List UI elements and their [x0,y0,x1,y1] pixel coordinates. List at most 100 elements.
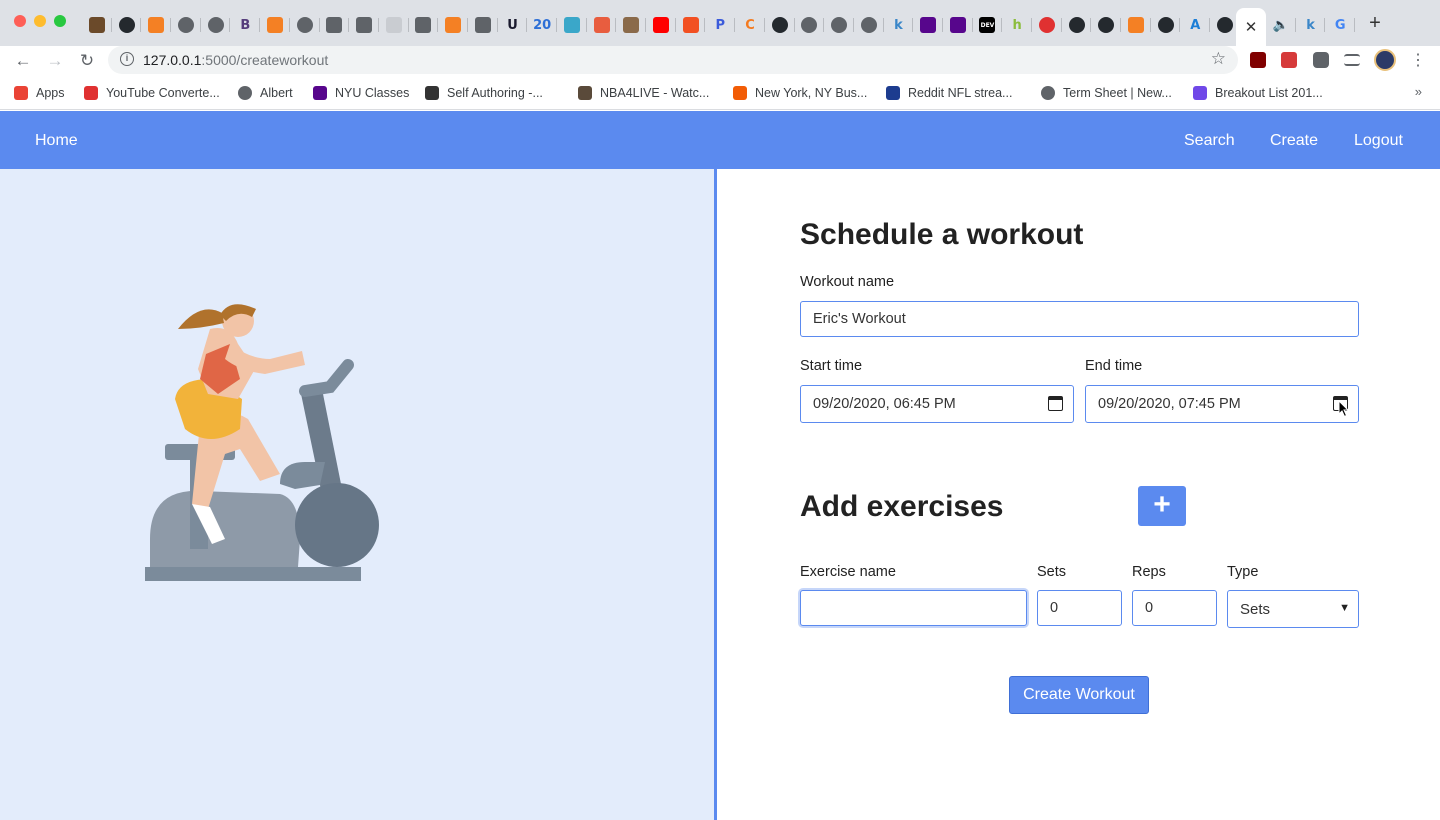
browser-tab[interactable]: B [230,10,260,40]
ublock-extension-icon[interactable] [1250,52,1266,68]
browser-tab[interactable] [795,10,825,40]
url-text[interactable]: 127.0.0.1:5000/createworkout [143,52,328,68]
reps-input[interactable]: 0 [1132,590,1217,626]
browser-tab[interactable] [409,10,439,40]
calendar-icon: 20 [533,17,552,33]
browser-tab[interactable]: C [735,10,765,40]
browser-tab[interactable] [112,10,142,40]
browser-tab[interactable] [290,10,320,40]
nav-home-link[interactable]: Home [35,132,78,150]
browser-tab[interactable]: h [1002,10,1032,40]
nyu-icon [949,17,966,33]
browser-tab[interactable]: G [1325,10,1355,40]
browser-tab[interactable]: 20 [527,10,557,40]
browser-tab[interactable] [587,10,617,40]
bookmark-item[interactable]: NBA4LIVE - Watc... [578,84,709,102]
add-exercise-button[interactable]: + [1138,486,1186,526]
end-time-value: 09/20/2020, 07:45 PM [1098,396,1241,412]
browser-tab[interactable]: P [705,10,735,40]
exercise-name-input[interactable] [800,590,1027,626]
browser-tab[interactable] [349,10,379,40]
browser-tab[interactable] [320,10,350,40]
bookmark-item[interactable]: Self Authoring -... [425,84,543,102]
browser-tab[interactable] [646,10,676,40]
new-tab-button[interactable]: + [1364,12,1386,34]
browser-tab[interactable] [379,10,409,40]
nav-search-link[interactable]: Search [1184,132,1235,150]
sets-input[interactable]: 0 [1037,590,1122,626]
browser-tab[interactable] [824,10,854,40]
bookmark-item[interactable]: Albert [238,84,293,102]
bookmark-item[interactable]: YouTube Converte... [84,84,220,102]
browser-tab[interactable] [1062,10,1092,40]
browser-tab[interactable] [1032,10,1062,40]
browser-tab[interactable] [1091,10,1121,40]
nyu-icon [920,17,937,33]
browser-tab[interactable] [676,10,706,40]
bookmarks-more-icon[interactable]: » [1415,84,1422,99]
browser-tab[interactable] [943,10,973,40]
nav-logout-link[interactable]: Logout [1354,132,1403,150]
browser-tab[interactable] [913,10,943,40]
bookmark-label: Term Sheet | New... [1063,86,1172,100]
browser-tab[interactable]: 🔈 [1266,10,1296,40]
browser-tab[interactable] [765,10,795,40]
browser-tab[interactable] [854,10,884,40]
bookmark-item[interactable]: NYU Classes [313,84,409,102]
type-select[interactable]: Sets ▼ [1227,590,1359,628]
paypal-icon: P [715,17,726,33]
browser-tab[interactable] [82,10,112,40]
puzzle-extensions-icon[interactable] [1313,52,1329,68]
globe-icon [801,17,818,33]
browser-tab[interactable] [201,10,231,40]
browser-menu-icon[interactable]: ⋮ [1410,50,1426,70]
browser-tab[interactable]: k [1296,10,1326,40]
reload-icon[interactable]: ↻ [76,50,98,72]
back-icon[interactable]: ← [12,50,34,72]
nav-create-link[interactable]: Create [1270,132,1318,150]
end-time-input[interactable]: 09/20/2020, 07:45 PM [1085,385,1359,423]
page-title: Schedule a workout [800,218,1084,251]
browser-tab[interactable] [616,10,646,40]
workout-name-label: Workout name [800,274,895,290]
window-close-button[interactable] [14,15,26,27]
browser-tab[interactable] [468,10,498,40]
browser-tab[interactable]: U [498,10,528,40]
helmet-icon [886,86,900,100]
bookmark-item[interactable]: New York, NY Bus... [733,84,867,102]
bookmark-item[interactable]: Apps [14,84,65,102]
bookmark-item[interactable]: Breakout List 201... [1193,84,1323,102]
browser-tab[interactable]: A [1180,10,1210,40]
window-minimize-button[interactable] [34,15,46,27]
e-icon [733,86,747,100]
mouse-cursor-icon [1338,400,1350,418]
address-bar[interactable]: i 127.0.0.1:5000/createworkout ☆ [108,46,1238,74]
browser-tab[interactable]: DEV [973,10,1003,40]
start-time-input[interactable]: 09/20/2020, 06:45 PM [800,385,1074,423]
browser-tab[interactable] [557,10,587,40]
globe-icon [296,17,313,33]
active-tab[interactable]: ✕ [1236,8,1266,46]
browser-tab[interactable] [1151,10,1181,40]
profile-avatar[interactable] [1374,49,1396,71]
bookmark-star-icon[interactable]: ☆ [1211,49,1226,69]
bookmark-item[interactable]: Reddit NFL strea... [886,84,1012,102]
h-icon: h [1012,17,1022,33]
github-icon [1157,17,1174,33]
browser-tab[interactable] [260,10,290,40]
tab-close-icon[interactable]: ✕ [1245,18,1258,36]
bookmark-item[interactable]: Term Sheet | New... [1041,84,1172,102]
workout-name-input[interactable]: Eric's Workout [800,301,1359,337]
media-control-icon[interactable] [1344,54,1360,66]
browser-tab[interactable] [141,10,171,40]
browser-tab[interactable] [438,10,468,40]
browser-tab[interactable] [1121,10,1151,40]
calendar-icon[interactable] [1048,396,1063,411]
browser-tab[interactable]: k [884,10,914,40]
extension-icon[interactable] [1281,52,1297,68]
browser-tab[interactable] [171,10,201,40]
forward-icon[interactable]: → [44,50,66,72]
site-info-icon[interactable]: i [120,52,134,66]
create-workout-button[interactable]: Create Workout [1009,676,1149,714]
window-zoom-button[interactable] [54,15,66,27]
